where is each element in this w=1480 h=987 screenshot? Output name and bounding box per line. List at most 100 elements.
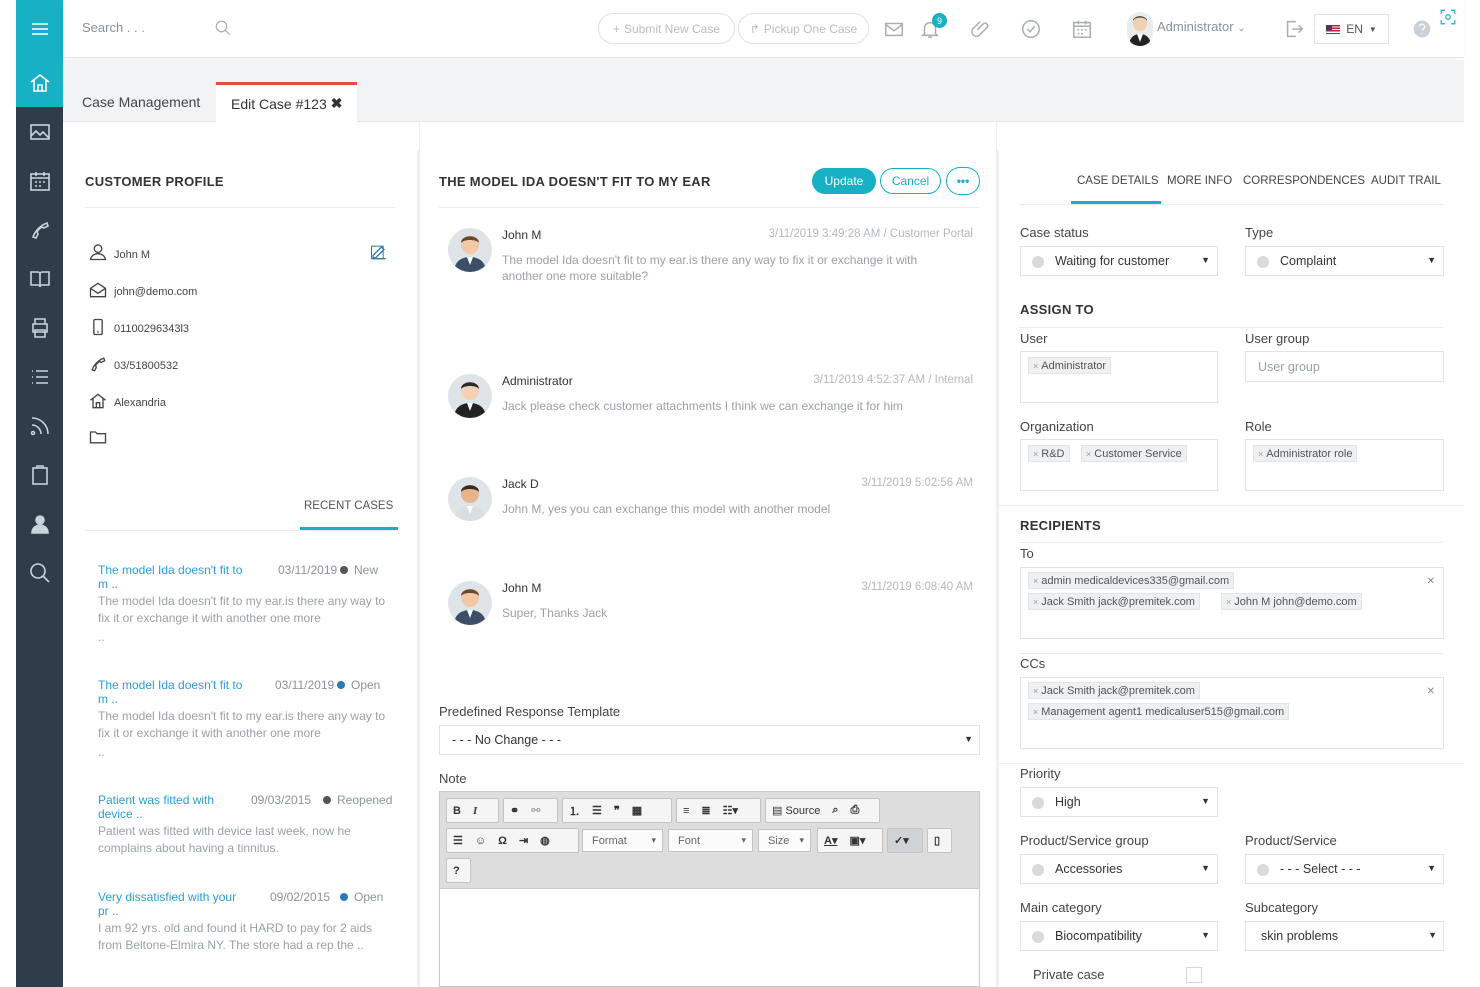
screenshot-icon[interactable] — [1439, 8, 1457, 26]
remove-icon[interactable]: × — [1033, 449, 1038, 459]
tab-recent-cases[interactable]: RECENT CASES — [304, 500, 393, 512]
preview-icon[interactable]: ⌕ — [826, 804, 844, 817]
remove-icon[interactable]: × — [1033, 576, 1038, 586]
tab-more-info[interactable]: MORE INFO — [1167, 175, 1232, 187]
calendar-icon[interactable] — [1071, 18, 1093, 40]
ccs-field[interactable]: × Jack Smith jack@premitek.com × Managemen… — [1020, 677, 1444, 749]
sidebar-item-gallery[interactable] — [16, 107, 63, 156]
tab-audit-trail[interactable]: AUDIT TRAIL — [1371, 175, 1441, 187]
recent-case-item[interactable]: The model Ida doesn't fit to m .. 03/11/20… — [98, 678, 393, 761]
clear-icon[interactable]: ✕ — [1427, 576, 1435, 587]
sidebar-item-feeds[interactable] — [16, 401, 63, 450]
blockquote-icon[interactable]: ❞ — [608, 804, 626, 817]
sidebar-item-print[interactable] — [16, 303, 63, 352]
product-group-select[interactable]: Accessories ▼ — [1020, 854, 1218, 884]
print-icon[interactable]: ⎙ — [844, 804, 865, 817]
link-icon[interactable]: ⚭ — [504, 804, 525, 817]
special-char-icon[interactable]: Ω — [492, 835, 513, 847]
format-combo[interactable]: Format — [582, 829, 663, 852]
text-color-icon[interactable]: A▾ — [818, 834, 843, 847]
submit-new-case-button[interactable]: + Submit New Case — [598, 13, 735, 44]
align-right-icon[interactable]: ≣ — [695, 804, 716, 817]
role-field[interactable]: × Administrator role — [1245, 439, 1444, 491]
sidebar-item-clipboard[interactable] — [16, 450, 63, 499]
cc-chip[interactable]: × Management agent1 medicaluser515@gmail.… — [1028, 703, 1290, 720]
more-actions-button[interactable]: ••• — [946, 167, 980, 195]
indent-icon[interactable]: ⇥ — [513, 834, 534, 847]
new-page-button[interactable]: ▯ — [927, 828, 952, 853]
sidebar-item-users[interactable] — [16, 499, 63, 548]
remove-icon[interactable]: × — [1033, 361, 1038, 371]
sidebar-item-calls[interactable] — [16, 205, 63, 254]
tab-edit-case[interactable]: Edit Case #123 ✖ — [216, 82, 358, 122]
paperclip-icon[interactable] — [970, 18, 992, 40]
tab-case-management[interactable]: Case Management — [67, 82, 215, 122]
recent-case-title-cont[interactable]: m .. — [98, 692, 393, 706]
template-select[interactable]: - - - No Change - - - ▼ — [439, 725, 980, 755]
search-icon[interactable] — [214, 19, 232, 37]
user-menu[interactable]: Administrator ⌄ — [1157, 19, 1246, 34]
sidebar-item-knowledge[interactable] — [16, 254, 63, 303]
case-status-select[interactable]: Waiting for customer ▼ — [1020, 246, 1218, 276]
remove-icon[interactable]: × — [1033, 686, 1038, 696]
user-group-field[interactable]: User group — [1245, 351, 1444, 382]
bulleted-list-icon[interactable]: ☰ — [586, 804, 608, 817]
remove-icon[interactable]: × — [1226, 597, 1231, 607]
pickup-case-button[interactable]: ↱ Pickup One Case — [738, 13, 869, 44]
user-chip[interactable]: × Administrator — [1028, 357, 1112, 374]
horizontal-line-icon[interactable]: ☰ — [447, 834, 469, 847]
remove-icon[interactable]: × — [1033, 707, 1038, 717]
source-button[interactable]: ▤ Source — [766, 804, 826, 817]
note-editor[interactable] — [439, 889, 980, 987]
sidebar-item-list[interactable] — [16, 352, 63, 401]
recipient-chip[interactable]: × John M john@demo.com — [1221, 593, 1362, 610]
italic-button[interactable]: I — [467, 805, 483, 817]
search-input[interactable]: Search . . . — [82, 20, 145, 35]
bold-button[interactable]: B — [447, 805, 467, 817]
recent-case-title-cont[interactable]: device .. — [98, 807, 393, 821]
clear-icon[interactable]: ✕ — [1427, 686, 1435, 697]
private-case-checkbox[interactable] — [1186, 967, 1202, 983]
recent-case-title-cont[interactable]: m .. — [98, 577, 393, 591]
div-icon[interactable]: ▦ — [626, 804, 648, 817]
numbered-list-icon[interactable]: ⒈ — [563, 803, 586, 819]
type-select[interactable]: Complaint ▼ — [1245, 246, 1444, 276]
help-icon[interactable] — [1412, 19, 1432, 39]
menu-toggle-button[interactable] — [16, 0, 63, 58]
organization-field[interactable]: × R&D × Customer Service — [1020, 439, 1218, 491]
remove-icon[interactable]: × — [1033, 597, 1038, 607]
recent-case-item[interactable]: The model Ida doesn't fit to m .. 03/11/20… — [98, 563, 393, 646]
size-combo[interactable]: Size — [758, 829, 811, 852]
spellcheck-button[interactable]: ✓▾ — [887, 828, 923, 853]
cancel-button[interactable]: Cancel — [880, 168, 941, 194]
tab-correspondences[interactable]: CORRESPONDENCES — [1243, 175, 1365, 187]
check-circle-icon[interactable] — [1020, 18, 1042, 40]
align-left-icon[interactable]: ≡ — [677, 805, 695, 817]
unlink-icon[interactable]: ⚯ — [525, 804, 546, 817]
user-avatar[interactable] — [1127, 12, 1153, 46]
edit-icon[interactable] — [369, 242, 389, 262]
language-select[interactable]: EN ▼ — [1314, 14, 1389, 44]
priority-select[interactable]: High ▼ — [1020, 787, 1218, 817]
sidebar-item-calendar[interactable] — [16, 156, 63, 205]
recipient-chip[interactable]: × admin medicaldevices335@gmail.com — [1028, 572, 1235, 589]
font-combo[interactable]: Font — [668, 829, 753, 852]
subcategory-select[interactable]: skin problems ▼ — [1245, 921, 1444, 951]
product-select[interactable]: - - - Select - - - ▼ — [1245, 854, 1444, 884]
cc-chip[interactable]: × Jack Smith jack@premitek.com — [1028, 682, 1200, 699]
tab-case-details[interactable]: CASE DETAILS — [1077, 175, 1159, 187]
main-category-select[interactable]: Biocompatibility ▼ — [1020, 921, 1218, 951]
folder-icon[interactable] — [88, 427, 108, 447]
bg-color-icon[interactable]: ▣▾ — [843, 834, 871, 847]
smiley-icon[interactable]: ☺ — [469, 835, 492, 847]
user-field[interactable]: × Administrator — [1020, 351, 1218, 403]
org-chip[interactable]: × R&D — [1028, 445, 1070, 462]
globe-icon[interactable]: ◍ — [534, 834, 556, 847]
sidebar-item-search[interactable] — [16, 548, 63, 597]
line-height-icon[interactable]: ☷▾ — [717, 804, 744, 817]
to-field[interactable]: × admin medicaldevices335@gmail.com × Jack… — [1020, 567, 1444, 639]
recent-case-item[interactable]: Patient was fitted with device .. 09/03/20… — [98, 793, 393, 859]
remove-icon[interactable]: × — [1258, 449, 1263, 459]
recipient-chip[interactable]: × Jack Smith jack@premitek.com — [1028, 593, 1200, 610]
role-chip[interactable]: × Administrator role — [1253, 445, 1358, 462]
